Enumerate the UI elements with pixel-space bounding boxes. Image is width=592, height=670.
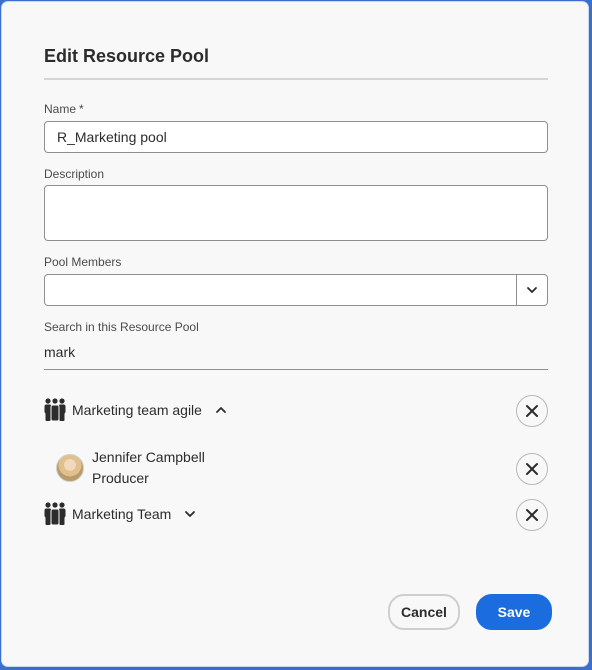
remove-member-button[interactable]: [516, 453, 548, 485]
close-icon: [526, 405, 538, 417]
team-name: Marketing Team: [72, 506, 172, 522]
search-field[interactable]: [44, 338, 548, 370]
member-name: Jennifer Campbell: [92, 449, 205, 465]
name-label: Name *: [44, 102, 84, 116]
edit-resource-pool-dialog: Edit Resource Pool Name* Description Poo…: [2, 2, 588, 666]
title-divider: [44, 78, 548, 80]
dialog-title: Edit Resource Pool: [44, 46, 210, 66]
close-icon: [526, 509, 538, 521]
name-input[interactable]: [45, 122, 547, 152]
member-info: Jennifer Campbell Producer: [92, 447, 205, 489]
search-label: Search in this Resource Pool: [44, 320, 199, 334]
remove-team-button[interactable]: [516, 499, 548, 531]
member-role: Producer: [92, 470, 149, 486]
description-field[interactable]: [44, 185, 548, 241]
pool-members-label: Pool Members: [44, 255, 122, 269]
search-input[interactable]: [44, 338, 548, 360]
team-icon: [44, 502, 66, 526]
description-label: Description: [44, 167, 105, 181]
name-field[interactable]: [44, 121, 548, 153]
required-mark: *: [79, 102, 84, 116]
pool-members-dropdown-button[interactable]: [516, 275, 547, 305]
member-row-jennifer-campbell[interactable]: Jennifer Campbell Producer: [44, 445, 548, 491]
name-label-text: Name: [44, 102, 77, 116]
close-icon: [526, 463, 538, 475]
pool-members-combobox[interactable]: [44, 274, 548, 306]
chevron-down-icon: [527, 287, 537, 293]
chevron-down-icon[interactable]: [183, 507, 197, 521]
chevron-up-icon[interactable]: [214, 403, 228, 417]
team-icon: [44, 398, 66, 422]
team-row-marketing-team[interactable]: Marketing Team: [44, 498, 548, 531]
cancel-button[interactable]: Cancel: [388, 594, 460, 630]
save-button[interactable]: Save: [476, 594, 552, 630]
avatar: [56, 454, 84, 482]
team-row-marketing-team-agile[interactable]: Marketing team agile: [44, 394, 548, 427]
description-input[interactable]: [45, 186, 547, 240]
pool-members-input[interactable]: [45, 275, 515, 305]
team-name: Marketing team agile: [72, 402, 202, 418]
remove-team-button[interactable]: [516, 395, 548, 427]
